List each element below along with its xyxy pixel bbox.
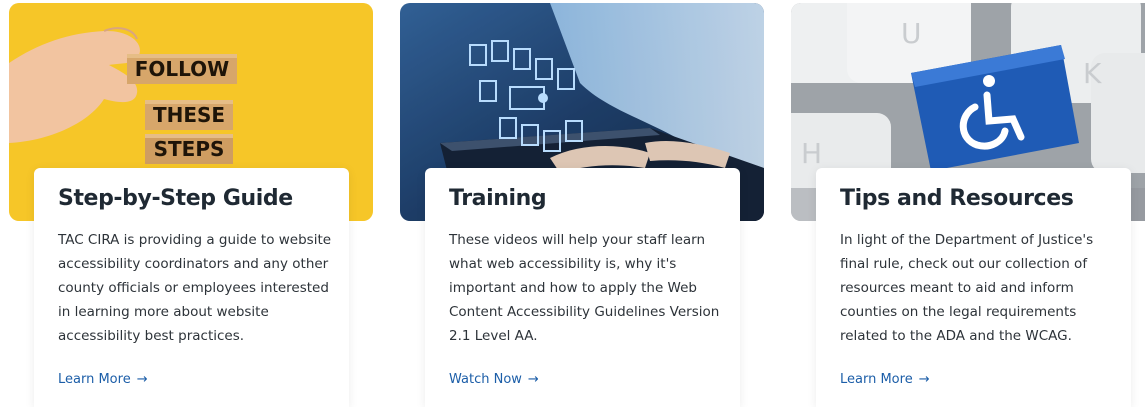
link-label: Learn More: [58, 372, 131, 387]
learn-more-link[interactable]: Learn More →: [58, 372, 148, 387]
card-step-by-step-guide: FOLLOW THESE STEPS Step-by-Step Guide TA…: [9, 3, 373, 407]
block-text-follow: FOLLOW: [135, 57, 230, 81]
card-training: Training These videos will help your sta…: [400, 3, 764, 407]
card-panel: Step-by-Step Guide TAC CIRA is providing…: [34, 168, 349, 407]
arrow-right-icon: →: [136, 372, 148, 387]
link-label: Watch Now: [449, 372, 522, 387]
key-letter-u: U: [901, 17, 922, 50]
arrow-right-icon: →: [918, 372, 930, 387]
key-letter-k: K: [1083, 57, 1102, 90]
card-description: In light of the Department of Justice's …: [840, 232, 1094, 344]
arrow-right-icon: →: [527, 372, 539, 387]
card-title: Training: [449, 186, 547, 211]
card-panel: Tips and Resources In light of the Depar…: [816, 168, 1131, 407]
card-description: These videos will help your staff learn …: [449, 232, 720, 344]
card-description: TAC CIRA is providing a guide to website…: [58, 232, 332, 344]
watch-now-link[interactable]: Watch Now →: [449, 372, 539, 387]
learn-more-link[interactable]: Learn More →: [840, 372, 930, 387]
block-text-these: THESE: [153, 103, 225, 127]
card-panel: Training These videos will help your sta…: [425, 168, 740, 407]
card-title: Step-by-Step Guide: [58, 186, 293, 211]
block-text-steps: STEPS: [154, 137, 225, 161]
card-title: Tips and Resources: [840, 186, 1074, 211]
card-tips-and-resources: U K H Tips and Resources In light of the…: [791, 3, 1145, 407]
key-letter-h: H: [801, 137, 822, 170]
link-label: Learn More: [840, 372, 913, 387]
card-row: FOLLOW THESE STEPS Step-by-Step Guide TA…: [0, 0, 1145, 407]
